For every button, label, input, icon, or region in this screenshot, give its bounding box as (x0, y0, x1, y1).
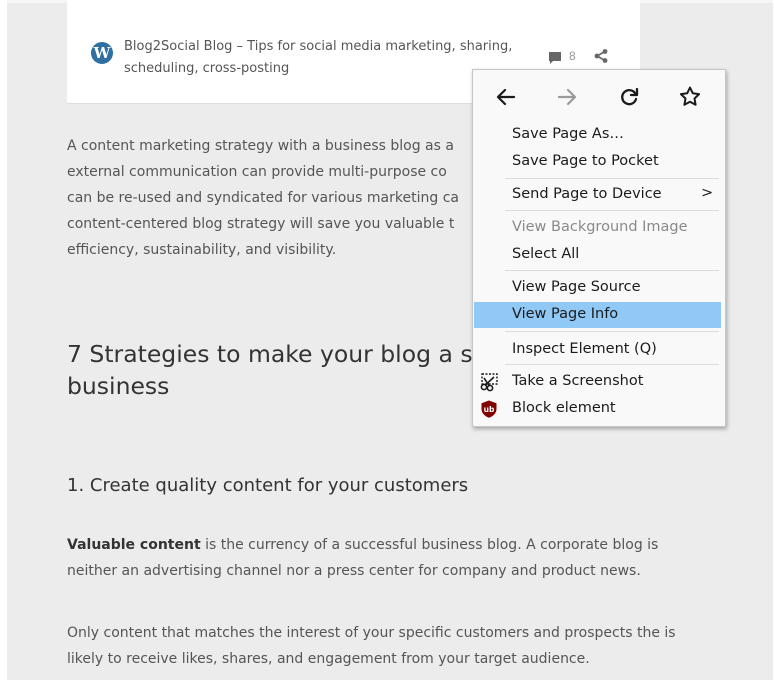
menu-item-label: Save Page As… (512, 126, 624, 142)
intro-line: external communication can provide multi… (67, 164, 447, 180)
menu-item-label: Take a Screenshot (512, 373, 644, 389)
intro-paragraph: A content marketing strategy with a busi… (67, 133, 459, 263)
context-menu: Save Page As… Save Page to Pocket Send P… (472, 69, 726, 427)
forward-arrow-icon (554, 84, 580, 110)
menu-item-select-all[interactable]: Select All (473, 242, 725, 268)
menu-separator (505, 270, 719, 271)
menu-item-inspect-element[interactable]: Inspect Element (Q) (473, 337, 725, 363)
context-menu-nav-row (473, 70, 725, 120)
menu-item-save-to-pocket[interactable]: Save Page to Pocket (473, 149, 725, 175)
menu-item-label: Send Page to Device (512, 186, 662, 202)
section-heading-line: 7 Strategies to make your blog a su (67, 340, 488, 368)
menu-separator (505, 331, 719, 332)
menu-item-view-page-info[interactable]: View Page Info (474, 302, 721, 328)
paragraph-text: likely to receive likes, shares, and eng… (67, 651, 590, 667)
share-icon[interactable] (593, 48, 609, 64)
bookmark-star-icon[interactable] (677, 84, 703, 110)
ublock-shield-icon: ub (481, 400, 497, 418)
submenu-arrow-icon: > (701, 185, 714, 201)
paragraph-text: neither an advertising channel nor a pre… (67, 563, 641, 579)
menu-item-block-element[interactable]: ub Block element (473, 396, 725, 422)
intro-line: A content marketing strategy with a busi… (67, 138, 454, 154)
menu-separator (505, 178, 719, 179)
menu-separator (505, 364, 719, 365)
comment-count: 8 (569, 49, 576, 63)
menu-separator (505, 210, 719, 211)
blog-card-title[interactable]: Blog2Social Blog – Tips for social media… (124, 36, 514, 80)
comment-icon[interactable] (547, 50, 563, 66)
reload-icon[interactable] (616, 84, 642, 110)
intro-line: content-centered blog strategy will save… (67, 216, 455, 232)
intro-line: efficiency, sustainability, and visibili… (67, 242, 337, 258)
paragraph-text: is the currency of a successful business… (200, 537, 659, 553)
screenshot-scissors-icon (480, 373, 498, 392)
menu-item-save-page-as[interactable]: Save Page As… (473, 122, 725, 148)
subsection-heading: 1. Create quality content for your custo… (67, 475, 469, 496)
menu-item-view-background-image: View Background Image (473, 215, 725, 241)
intro-line: can be re-used and syndicated for variou… (67, 190, 459, 206)
menu-item-label: Select All (512, 246, 580, 262)
menu-item-label: View Page Info (512, 306, 619, 322)
paragraph-text: Only content that matches the interest o… (67, 625, 676, 641)
menu-item-take-screenshot[interactable]: Take a Screenshot (473, 369, 725, 395)
wordpress-logo-icon: W (91, 42, 113, 64)
valuable-content-paragraph: Valuable content is the currency of a su… (67, 532, 658, 584)
ublock-shield-text: ub (484, 405, 495, 414)
back-arrow-icon[interactable] (493, 84, 519, 110)
menu-item-send-page-to-device[interactable]: Send Page to Device > (473, 182, 725, 208)
bold-phrase: Valuable content (67, 537, 201, 553)
menu-item-label: Inspect Element (Q) (512, 341, 657, 357)
menu-item-label: View Page Source (512, 279, 641, 295)
menu-item-label: View Background Image (512, 219, 688, 235)
menu-item-label: Save Page to Pocket (512, 153, 659, 169)
section-heading-line: business (67, 372, 170, 400)
menu-item-view-page-source[interactable]: View Page Source (473, 275, 725, 301)
audience-paragraph: Only content that matches the interest o… (67, 620, 676, 672)
menu-item-label: Block element (512, 400, 616, 416)
